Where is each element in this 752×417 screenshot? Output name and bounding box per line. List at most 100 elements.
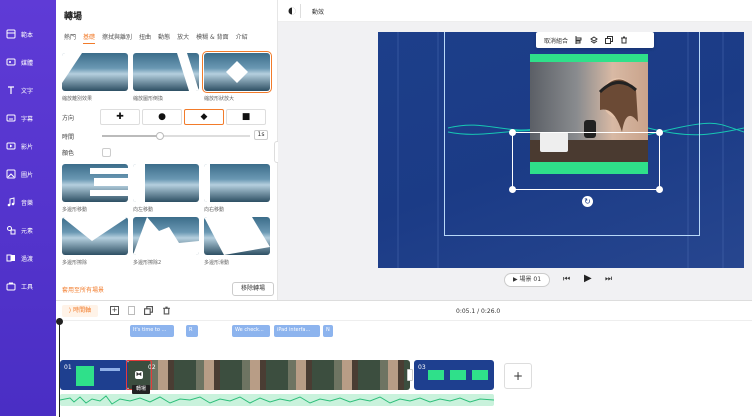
duration-value[interactable]: 1s xyxy=(254,130,268,140)
scene-clip-3[interactable]: 03 xyxy=(414,360,494,390)
transition-tooltip: 轉場 xyxy=(132,385,150,394)
transition-tabs: 熱門 基礎 擦拭與離別 扭曲 動態 放大 模糊 & 背面 介紹 xyxy=(64,32,274,44)
tab-blur[interactable]: 模糊 & 背面 xyxy=(196,32,229,44)
sidebar-item-image[interactable]: 圖片 xyxy=(0,164,56,184)
subtitle-icon xyxy=(6,114,16,122)
resize-handle[interactable] xyxy=(656,129,663,136)
trash-icon[interactable] xyxy=(162,306,171,315)
sidebar-item-label: 圖片 xyxy=(21,171,34,179)
transition-thumb[interactable] xyxy=(204,217,270,255)
transition-icon: ⧓ xyxy=(135,371,143,379)
preview-area: ↻ 取消組合 xyxy=(278,22,752,300)
transition-thumb[interactable] xyxy=(133,53,199,91)
resize-handle[interactable] xyxy=(656,186,663,193)
tab-wipe[interactable]: 擦拭與離別 xyxy=(102,32,132,44)
caption-clip[interactable]: We check... xyxy=(232,325,270,337)
sidebar-item-music[interactable]: 音樂 xyxy=(0,192,56,212)
align-icon[interactable] xyxy=(575,36,583,44)
sidebar-item-label: 工具 xyxy=(21,283,34,291)
timeline-tag[interactable]: ⟩ 時間軸 xyxy=(62,305,98,317)
sidebar-item-media[interactable]: 媒體 xyxy=(0,52,56,72)
direction-plus-button[interactable]: ✚ xyxy=(100,109,140,125)
duration-slider-thumb[interactable] xyxy=(156,132,164,140)
animation-button[interactable]: 動效 xyxy=(312,7,324,16)
element-toolbar: 取消組合 xyxy=(536,32,654,48)
resize-handle[interactable] xyxy=(509,186,516,193)
add-scene-icon[interactable]: + xyxy=(110,306,119,315)
tools-icon xyxy=(6,282,16,291)
top-toolbar: 動效 xyxy=(278,0,752,22)
color-swatch[interactable] xyxy=(102,148,111,157)
sidebar-item-label: 過渡 xyxy=(21,255,34,263)
duration-slider[interactable] xyxy=(102,132,250,140)
scene-number: 03 xyxy=(418,364,426,371)
panel-title: 轉場 xyxy=(64,12,83,22)
tab-dynamic[interactable]: 動態 xyxy=(158,32,170,44)
sidebar-item-subtitle[interactable]: 字幕 xyxy=(0,108,56,128)
tab-basic[interactable]: 基礎 xyxy=(83,32,96,44)
transition-handle[interactable] xyxy=(407,369,413,381)
sidebar-item-label: 文字 xyxy=(21,87,34,95)
transition-thumb[interactable] xyxy=(133,217,199,255)
scene-number: 01 xyxy=(64,364,72,371)
tab-zoom[interactable]: 放大 xyxy=(177,32,189,44)
caption-clip[interactable]: R xyxy=(186,325,198,337)
toolbar-divider xyxy=(300,4,301,18)
rotate-handle-icon[interactable]: ↻ xyxy=(582,196,593,207)
direction-diamond-button[interactable]: ◆ xyxy=(184,109,224,125)
next-scene-icon[interactable]: ⏭ xyxy=(605,274,612,284)
caption-clip[interactable]: N xyxy=(323,325,333,337)
tab-distort[interactable]: 扭曲 xyxy=(139,32,151,44)
apply-all-link[interactable]: 套用至所有場景 xyxy=(62,285,104,294)
direction-circle-button[interactable]: ● xyxy=(142,109,182,125)
sidebar-item-video[interactable]: 影片 xyxy=(0,136,56,156)
sidebar-item-tools[interactable]: 工具 xyxy=(0,276,56,296)
direction-square-button[interactable]: ■ xyxy=(226,109,266,125)
sidebar-item-transition[interactable]: 過渡 xyxy=(0,248,56,268)
play-icon[interactable]: ▶ xyxy=(584,273,592,284)
selection-box[interactable] xyxy=(509,129,663,193)
transition-thumb-label: 縮放形狀放大 xyxy=(204,96,235,102)
transition-thumb-selected[interactable] xyxy=(202,51,272,93)
add-clip-button[interactable]: + xyxy=(504,363,532,389)
previous-scene-icon[interactable]: ⏮ xyxy=(563,274,570,284)
transition-thumb[interactable] xyxy=(204,164,270,202)
resize-handle[interactable] xyxy=(509,129,516,136)
template-icon xyxy=(6,29,16,39)
caption-clip[interactable]: It's time to ... xyxy=(130,325,174,337)
transition-thumb[interactable] xyxy=(133,164,199,202)
duplicate-icon[interactable] xyxy=(605,36,614,44)
transition-thumb[interactable] xyxy=(62,217,128,255)
copy-icon[interactable] xyxy=(144,306,153,315)
layers-icon[interactable] xyxy=(590,36,598,44)
delete-icon[interactable] xyxy=(620,36,628,44)
scene-clip-2[interactable]: 02 xyxy=(128,360,410,390)
caption-clip[interactable]: iPad interfa... xyxy=(274,325,320,337)
split-icon[interactable] xyxy=(128,306,135,315)
audio-track[interactable] xyxy=(60,394,494,406)
sidebar: 範本 媒體 文字 字幕 影片 圖片 音樂 元素 過渡 工具 xyxy=(0,0,56,416)
scene-selector[interactable]: ▶ 場景 01 xyxy=(504,273,550,287)
tab-popular[interactable]: 熱門 xyxy=(64,32,76,44)
media-icon xyxy=(6,58,16,66)
sidebar-item-label: 字幕 xyxy=(21,115,34,123)
tab-intro[interactable]: 介紹 xyxy=(236,32,248,44)
transition-thumb[interactable] xyxy=(62,53,128,91)
image-icon xyxy=(6,169,16,179)
duration-label: 時間 xyxy=(62,134,75,141)
transition-thumb[interactable] xyxy=(62,164,128,202)
sidebar-item-template[interactable]: 範本 xyxy=(0,24,56,44)
transition-thumb-label: 多邊形擦除2 xyxy=(133,260,162,266)
transition-thumb-label: 多邊形移動 xyxy=(62,207,88,213)
transition-thumb-label: 向右移動 xyxy=(204,207,225,213)
remove-transition-button[interactable]: 移除轉場 xyxy=(232,282,274,296)
video-canvas[interactable]: ↻ 取消組合 xyxy=(378,32,744,268)
ungroup-button[interactable]: 取消組合 xyxy=(544,36,568,45)
music-icon xyxy=(7,197,15,207)
sidebar-item-text[interactable]: 文字 xyxy=(0,80,56,100)
color-palette-icon[interactable] xyxy=(288,7,296,15)
sidebar-item-element[interactable]: 元素 xyxy=(0,220,56,240)
timeline-tag-label: 時間軸 xyxy=(73,307,92,314)
playback-time: 0:05.1 / 0:26.0 xyxy=(456,308,501,315)
scene-clip-1[interactable]: 01 xyxy=(60,360,128,390)
